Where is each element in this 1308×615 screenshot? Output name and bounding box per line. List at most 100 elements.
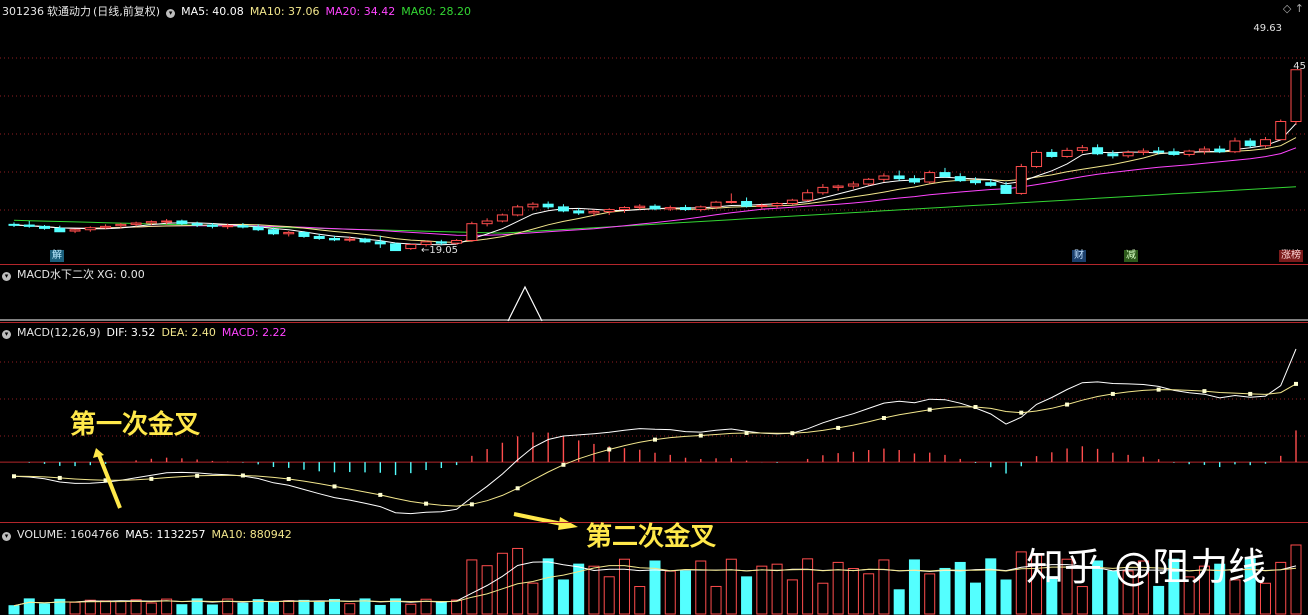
candle-down — [573, 210, 585, 214]
candle-down — [8, 223, 20, 226]
candle-down — [1107, 153, 1119, 157]
settings-circle-icon[interactable]: ▾ — [2, 272, 11, 281]
candle-down — [908, 178, 920, 183]
candle-up — [924, 172, 936, 183]
volume-bar — [542, 558, 554, 615]
window-controls: ◇ ↑ — [1283, 2, 1304, 15]
candle-down — [1000, 184, 1012, 194]
macd-panel-header: ▾ MACD(12,26,9) DIF: 3.52 DEA: 2.40 MACD: 2.… — [2, 325, 293, 340]
candle-up — [771, 203, 783, 207]
candle-down — [1092, 147, 1104, 155]
settings-circle-icon[interactable]: ▾ — [166, 9, 176, 18]
dea-dot — [424, 501, 429, 506]
stock-code[interactable]: 301236 — [2, 5, 44, 18]
candle-up — [69, 229, 81, 232]
close-price-label: 45 — [1293, 61, 1306, 72]
volume-bar — [84, 599, 96, 615]
candle-down — [1168, 151, 1180, 155]
candle-down — [435, 241, 447, 244]
volume-bar — [39, 603, 51, 615]
dea-value: DEA: 2.40 — [161, 326, 216, 339]
candle-down — [176, 220, 188, 225]
settings-circle-icon[interactable]: ▾ — [2, 532, 11, 541]
candle-up — [344, 238, 356, 241]
candle-down — [542, 203, 554, 208]
candle-down — [191, 223, 203, 226]
volume-bar — [634, 586, 646, 615]
dea-line — [13, 383, 1297, 507]
panel-divider — [0, 322, 1308, 323]
volume-bar — [756, 565, 768, 615]
marker-finance[interactable]: 财 — [1072, 250, 1086, 262]
volume-bar — [802, 558, 814, 615]
candle-down — [893, 175, 905, 180]
macd-value: MACD: 2.22 — [221, 326, 287, 339]
candle-up — [481, 220, 493, 225]
arrow-up-icon[interactable]: ↑ — [1295, 2, 1304, 15]
candle-up — [756, 205, 768, 208]
candle-down — [359, 238, 371, 243]
candle-up — [466, 223, 478, 241]
marker-reduce[interactable]: 减 — [1124, 250, 1138, 262]
ma5-value: MA5: 40.08 — [181, 5, 244, 18]
volume-bar — [939, 567, 951, 615]
candle-up — [1198, 148, 1210, 152]
candle-down — [39, 225, 51, 229]
volume-bar — [496, 552, 508, 615]
dea-dot — [1019, 410, 1024, 415]
volume-bar — [588, 565, 600, 615]
volume-bar — [100, 600, 112, 615]
dif-value: DIF: 3.52 — [106, 326, 156, 339]
dea-dot — [469, 502, 474, 507]
xg-panel-header: ▾ MACD水下二次 XG: 0.00 — [2, 267, 151, 282]
candle-up — [1290, 69, 1302, 123]
candle-down — [329, 237, 340, 241]
marker-limit-up[interactable]: 涨榜 — [1279, 250, 1303, 262]
dea-dot — [973, 405, 978, 410]
volume-bar — [176, 604, 188, 615]
candle-up — [863, 178, 875, 185]
candle-up — [1137, 150, 1149, 153]
candle-up — [603, 209, 615, 213]
ma5-line — [13, 123, 1297, 246]
marker-unlock[interactable]: 解 — [50, 250, 64, 262]
volume-bar — [618, 558, 630, 615]
candle-up — [588, 211, 600, 214]
diamond-icon[interactable]: ◇ — [1283, 2, 1291, 15]
volume-bar — [298, 599, 310, 615]
candle-up — [496, 214, 508, 222]
dea-dot — [12, 474, 16, 479]
candle-down — [1046, 151, 1058, 157]
candle-down — [939, 172, 951, 178]
candle-up — [786, 199, 798, 205]
candle-down — [23, 224, 35, 227]
candle-down — [237, 225, 249, 228]
settings-circle-icon[interactable]: ▾ — [2, 330, 11, 339]
dea-dot — [57, 475, 62, 480]
dea-dot — [515, 486, 520, 491]
dea-dot — [561, 462, 566, 467]
candle-down — [557, 206, 569, 212]
candle-up — [1259, 139, 1271, 147]
dea-dot — [286, 477, 291, 482]
candle-up — [512, 206, 524, 216]
candle-up — [222, 225, 234, 228]
dea-dot — [332, 484, 337, 489]
volume-bar — [115, 600, 127, 615]
stock-name[interactable]: 软通动力 — [47, 5, 91, 18]
volume-bar — [893, 589, 905, 615]
volume-bar — [664, 570, 676, 615]
candle-up — [451, 239, 463, 244]
volume-bar — [374, 604, 386, 615]
volume-bar — [405, 603, 417, 615]
volume-bar — [481, 565, 493, 615]
candle-down — [680, 207, 692, 211]
candle-up — [1061, 149, 1073, 157]
dea-dot — [790, 431, 795, 436]
candle-up — [1076, 147, 1088, 151]
dea-dot — [1110, 391, 1115, 396]
second-golden-cross-annotation: 第二次金叉 — [586, 522, 717, 552]
candle-down — [206, 224, 218, 227]
candle-down — [267, 229, 279, 235]
volume-bar — [771, 563, 783, 615]
